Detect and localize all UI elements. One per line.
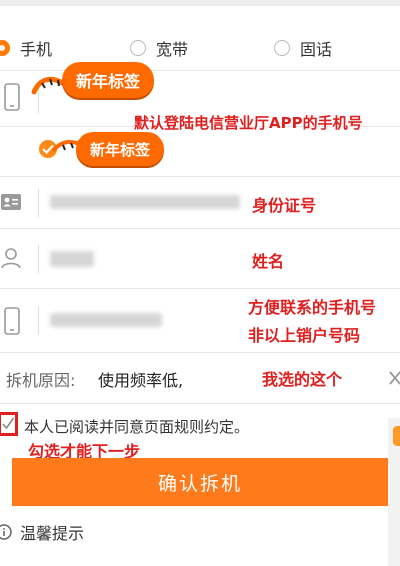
annotation-reason: 我选的这个 <box>262 370 343 389</box>
redacted-name <box>50 251 94 267</box>
info-icon <box>0 524 12 540</box>
divider <box>38 307 39 335</box>
radio-unchecked-icon <box>130 40 146 56</box>
reason-value[interactable]: 使用频率低, <box>98 367 183 391</box>
id-card-row[interactable] <box>0 176 400 229</box>
phone-icon <box>4 307 20 335</box>
phone-icon <box>4 83 20 111</box>
user-icon <box>1 248 21 269</box>
annotation-id-card: 身份证号 <box>252 196 317 215</box>
side-float-accent <box>393 426 400 446</box>
radio-label: 宽带 <box>156 40 189 59</box>
radio-label: 手机 <box>20 40 53 59</box>
redacted-id-number <box>50 195 240 209</box>
tips-label: 温馨提示 <box>20 524 85 543</box>
agreement-row: 本人已阅读并同意页面规则约定。 <box>0 408 400 442</box>
divider <box>38 245 39 273</box>
name-row[interactable] <box>0 228 400 289</box>
tips-row[interactable]: 温馨提示 <box>0 520 84 544</box>
id-card-icon <box>1 194 21 210</box>
clear-icon[interactable] <box>388 369 400 387</box>
service-type-selector: 手机 宽带 固话 <box>0 26 400 66</box>
new-year-tag: 新年标签 <box>62 62 154 98</box>
radio-option-mobile[interactable]: 手机 <box>0 36 52 60</box>
divider <box>38 189 39 217</box>
reason-label: 拆机原因: <box>6 371 76 390</box>
annotation-contact-line1: 方便联系的手机号 <box>248 298 377 317</box>
radio-option-broadband[interactable]: 宽带 <box>130 36 188 60</box>
annotation-name: 姓名 <box>252 252 285 271</box>
top-strip <box>0 0 400 6</box>
annotation-contact-line2: 非以上销户号码 <box>248 326 361 345</box>
confirm-button[interactable]: 确认拆机 <box>12 458 388 506</box>
radio-option-landline[interactable]: 固话 <box>274 36 332 60</box>
radio-label: 固话 <box>300 40 333 59</box>
radio-unchecked-icon <box>274 40 290 56</box>
agreement-text[interactable]: 本人已阅读并同意页面规则约定。 <box>24 416 249 437</box>
agreement-checkbox[interactable] <box>0 412 18 436</box>
annotation-default-phone: 默认登陆电信营业厅APP的手机号 <box>134 114 363 132</box>
redacted-contact-phone <box>50 313 162 327</box>
checkmark-icon <box>2 417 15 430</box>
radio-checked-icon <box>0 40 10 56</box>
new-year-tag: 新年标签 <box>76 132 164 166</box>
